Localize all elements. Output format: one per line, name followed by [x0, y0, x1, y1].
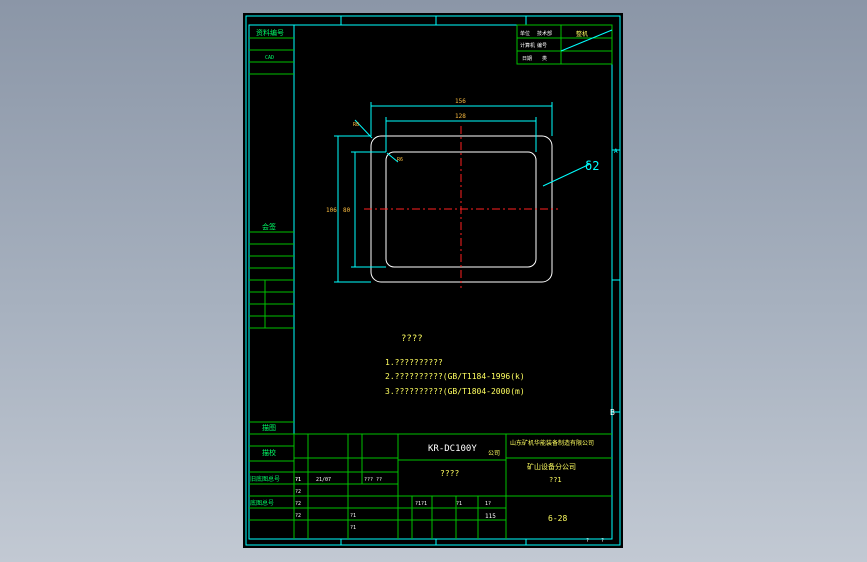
info-row1-b: 技术部 [537, 30, 552, 37]
tb-weight: 115 [485, 513, 496, 520]
tb-scale-2: ?1 [456, 501, 462, 507]
tb-part-name: ???? [440, 469, 459, 478]
tb-scale-1: ?1?1 [415, 501, 427, 507]
left-strip-top-label: 资料编号 [256, 28, 284, 37]
side-mark-b: B [610, 408, 615, 417]
info-row3-a: 日期 [522, 56, 532, 62]
tb-stamp-b: ?1 [350, 525, 356, 531]
tb-scale-3: 1? [485, 501, 491, 507]
tb-sheet-no: 6-28 [548, 514, 567, 523]
tb-row-a-1: ?1 [295, 477, 301, 483]
tb-label-tracing: 描图 [262, 423, 276, 432]
left-strip-sign-label: 会签 [262, 222, 276, 231]
tb-label-old-base: 旧底图总号 [250, 475, 280, 483]
radius-outer-label: R8 [353, 122, 359, 128]
tb-row-a-3: ??? ?? [364, 477, 382, 483]
notes-line2: 2.??????????(GB/T1184-1996(k) [385, 372, 525, 381]
dim-inner-width: 128 [455, 113, 466, 120]
bottom-mark-1: ? [586, 538, 589, 544]
side-mark-a: A [614, 148, 618, 155]
tb-left-sub-3: ?2 [295, 501, 301, 507]
tb-stamp-a: ?1 [350, 513, 356, 519]
tb-left-sub-4: ?2 [295, 513, 301, 519]
dim-inner-height: 80 [343, 207, 351, 214]
thickness-note: δ2 [585, 159, 599, 173]
tb-row-a-2: 21/07 [316, 477, 331, 483]
tb-label-base: 底图总号 [250, 499, 274, 507]
dim-overall-width: 156 [455, 98, 466, 105]
notes-line3: 3.??????????(GB/T1804-2000(m) [385, 387, 525, 396]
tb-drawing-no: ??1 [549, 476, 562, 484]
tb-label-checking: 描校 [262, 448, 276, 457]
notes-line1: 1.?????????? [385, 358, 443, 367]
info-row3-b: 类 [542, 55, 547, 62]
radius-inner-label: R6 [397, 157, 403, 163]
info-row1-a: 单位 [520, 30, 530, 37]
info-row2-a: 计算机 [520, 42, 535, 49]
bottom-mark-2: ? [601, 538, 604, 544]
tb-model: KR-DC100Y [428, 444, 477, 454]
tb-model-unit: 公司 [488, 450, 500, 457]
tb-subunit: 矿山设备分公司 [527, 462, 576, 471]
tb-company: 山东矿机华能装备制造有限公司 [510, 439, 594, 447]
cad-drawing-sheet: A B 资料编号 CAD 会签 单位 技术部 计算机 编号 日期 类 整机 15… [243, 13, 623, 548]
info-corner-label: 整机 [576, 30, 588, 38]
info-row2-b: 编号 [537, 42, 547, 49]
dim-overall-height: 106 [326, 207, 337, 214]
tb-left-sub-2: ?2 [295, 489, 301, 495]
left-strip-cad-label: CAD [265, 55, 274, 61]
notes-title: ???? [401, 334, 423, 344]
